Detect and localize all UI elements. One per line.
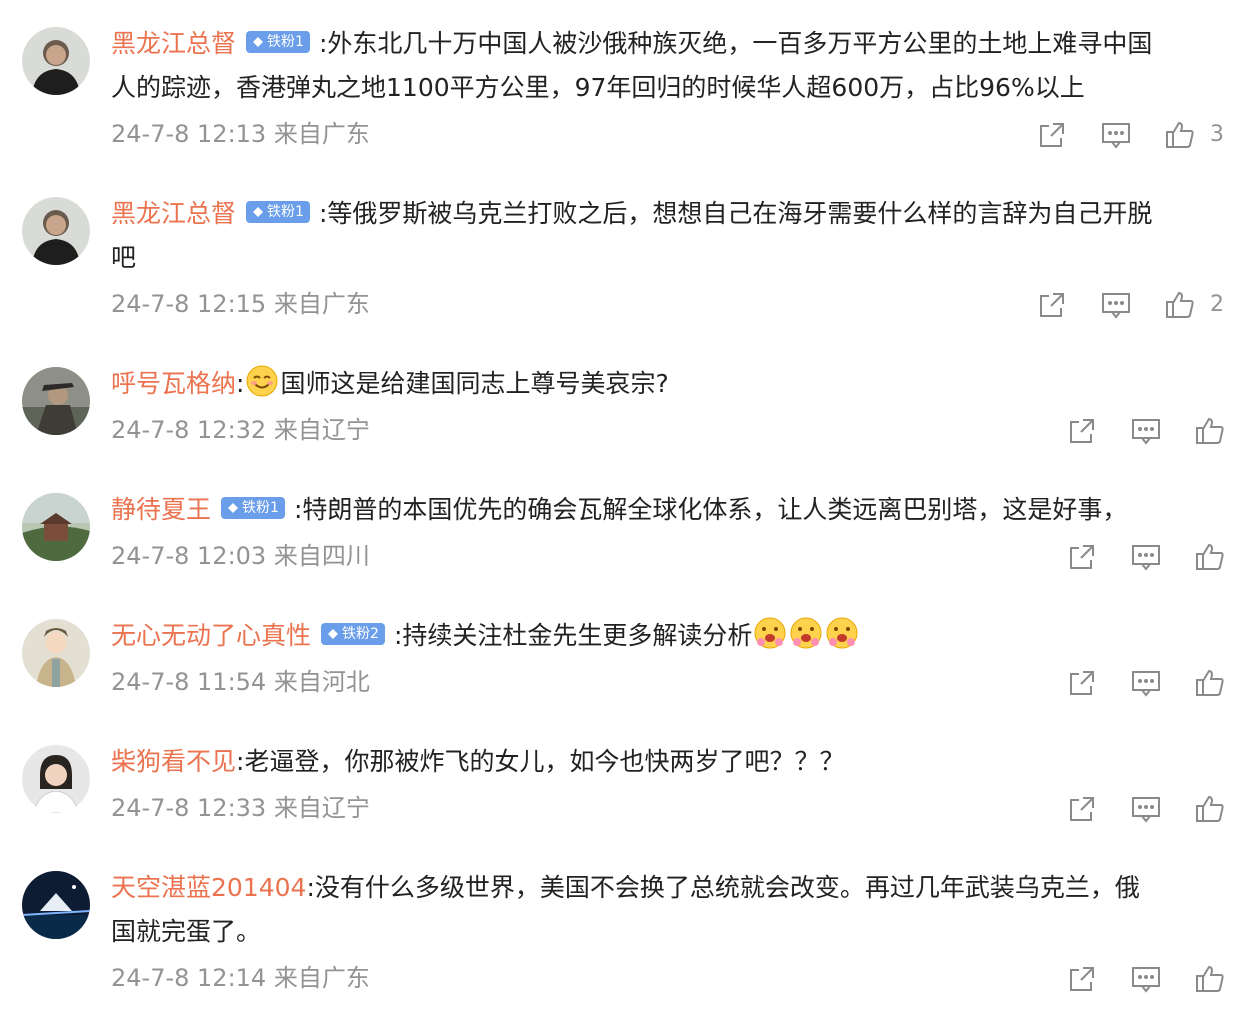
like-button[interactable] [1190, 411, 1230, 451]
comment-text: 吧 [111, 243, 137, 272]
share-button[interactable] [1062, 537, 1102, 577]
comment-button[interactable] [1126, 789, 1166, 829]
comment-meta: 24-7-8 12:32 来自辽宁 [111, 416, 370, 444]
badge-label: 铁粉1 [267, 34, 304, 50]
share-button[interactable] [1032, 285, 1072, 325]
like-button[interactable]: 3 [1160, 115, 1224, 155]
like-button[interactable] [1190, 537, 1230, 577]
comment-text: 人的踪迹，香港弹丸之地1100平方公里，97年回归的时候华人超600万，占比96… [111, 73, 1085, 102]
username-link[interactable]: 柴狗看不见 [111, 747, 236, 776]
flower-face-emoji-icon [754, 617, 786, 649]
username-link[interactable]: 静待夏王 [111, 495, 211, 524]
smile-emoji-icon [246, 365, 278, 397]
comment-meta: 24-7-8 11:54 来自河北 [111, 668, 370, 696]
comment-text: :特朗普的本国优先的确会瓦解全球化体系，让人类远离巴别塔，这是好事， [293, 495, 1128, 524]
avatar[interactable] [22, 197, 90, 265]
diamond-icon [253, 37, 264, 47]
comment-icon [1132, 419, 1160, 445]
username-link[interactable]: 呼号瓦格纳 [111, 369, 236, 398]
fan-badge: 铁粉1 [246, 31, 310, 53]
avatar[interactable] [22, 871, 90, 939]
comment-icon [1102, 293, 1130, 319]
comment-text: :老逼登，你那被炸飞的女儿，如今也快两岁了吧？？？ [236, 747, 845, 776]
like-button[interactable]: 2 [1160, 285, 1224, 325]
like-button[interactable] [1190, 663, 1230, 703]
comment-icon [1102, 123, 1130, 149]
share-button[interactable] [1032, 115, 1072, 155]
share-icon [1070, 545, 1094, 569]
like-count: 3 [1210, 122, 1224, 147]
username-link[interactable]: 黑龙江总督 [111, 199, 236, 228]
username-link[interactable]: 黑龙江总督 [111, 29, 236, 58]
fan-badge: 铁粉1 [246, 201, 310, 223]
comment-text: :等俄罗斯被乌克兰打败之后，想想自己在海牙需要什么样的言辞为自己开脱 [318, 199, 1153, 228]
fan-badge: 铁粉1 [221, 497, 285, 519]
like-count: 2 [1210, 292, 1224, 317]
comment-text: :外东北几十万中国人被沙俄种族灭绝，一百多万平方公里的土地上难寻中国 [318, 29, 1153, 58]
share-icon [1040, 123, 1064, 147]
username-link[interactable]: 天空湛蓝201404 [111, 873, 306, 902]
badge-label: 铁粉2 [342, 626, 379, 642]
comment-icon [1132, 545, 1160, 571]
avatar[interactable] [22, 493, 90, 561]
share-button[interactable] [1062, 411, 1102, 451]
comment-text: : [236, 369, 245, 398]
avatar[interactable] [22, 619, 90, 687]
comment-button[interactable] [1096, 115, 1136, 155]
comment-button[interactable] [1126, 959, 1166, 999]
comment-meta: 24-7-8 12:33 来自辽宁 [111, 794, 370, 822]
share-icon [1070, 967, 1094, 991]
comment-text: 国就完蛋了。 [111, 917, 262, 946]
diamond-icon [253, 207, 264, 217]
comment-meta: 24-7-8 12:03 来自四川 [111, 542, 370, 570]
username-link[interactable]: 无心无动了心真性 [111, 621, 311, 650]
comment-button[interactable] [1096, 285, 1136, 325]
share-button[interactable] [1062, 663, 1102, 703]
thumbs-up-icon [1196, 543, 1224, 570]
comment-text: :持续关注杜金先生更多解读分析 [393, 621, 753, 650]
share-icon [1070, 797, 1094, 821]
comment-icon [1132, 967, 1160, 993]
like-button[interactable] [1190, 789, 1230, 829]
share-button[interactable] [1062, 789, 1102, 829]
comment-meta: 24-7-8 12:13 来自广东 [111, 120, 370, 148]
thumbs-up-icon [1196, 965, 1224, 992]
share-icon [1040, 293, 1064, 317]
comment-button[interactable] [1126, 411, 1166, 451]
share-button[interactable] [1062, 959, 1102, 999]
diamond-icon [328, 629, 339, 639]
avatar[interactable] [22, 27, 90, 95]
diamond-icon [228, 503, 239, 513]
avatar[interactable] [22, 745, 90, 813]
avatar[interactable] [22, 367, 90, 435]
thumbs-up-icon [1196, 417, 1224, 444]
share-icon [1070, 671, 1094, 695]
comment-icon [1132, 797, 1160, 823]
comment-icon [1132, 671, 1160, 697]
share-icon [1070, 419, 1094, 443]
flower-face-emoji-icon [826, 617, 858, 649]
comment-meta: 24-7-8 12:14 来自广东 [111, 964, 370, 992]
badge-label: 铁粉1 [242, 500, 279, 516]
comment-button[interactable] [1126, 537, 1166, 577]
badge-label: 铁粉1 [267, 204, 304, 220]
thumbs-up-icon [1196, 669, 1224, 696]
flower-face-emoji-icon [790, 617, 822, 649]
fan-badge: 铁粉2 [321, 623, 385, 645]
thumbs-up-icon [1196, 795, 1224, 822]
comment-text: :没有什么多级世界，美国不会换了总统就会改变。再过几年武装乌克兰，俄 [306, 873, 1140, 902]
like-button[interactable] [1190, 959, 1230, 999]
thumbs-up-icon [1166, 121, 1194, 148]
comment-button[interactable] [1126, 663, 1166, 703]
comment-meta: 24-7-8 12:15 来自广东 [111, 290, 370, 318]
thumbs-up-icon [1166, 291, 1194, 318]
comment-text: 国师这是给建国同志上尊号美哀宗? [280, 369, 669, 398]
